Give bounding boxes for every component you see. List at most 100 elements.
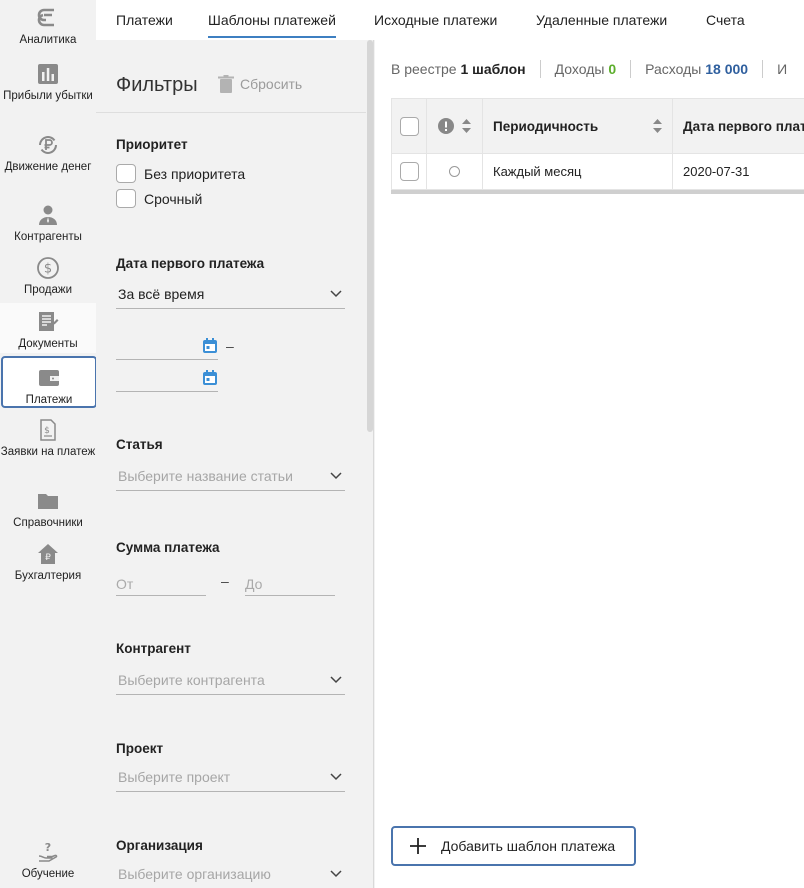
table-row[interactable]: Каждый месяц 2020-07-31 [391, 154, 804, 190]
calendar-icon [203, 370, 217, 385]
sidebar-item-label: Заявки на платеж [0, 446, 96, 458]
checkbox[interactable] [116, 164, 136, 183]
expenses-label: Расходы [645, 61, 702, 77]
column-title: Периодичность [493, 118, 599, 134]
row-select-cell [392, 154, 427, 189]
priority-column-header[interactable] [427, 99, 483, 153]
sidebar-item-label: Справочники [13, 517, 83, 529]
table-header: Периодичность Дата первого плат [391, 98, 804, 154]
periodicity-column-header[interactable]: Периодичность [483, 99, 673, 153]
sidebar: Аналитика Прибыли убытки Движение денег … [0, 0, 97, 888]
plus-icon [410, 838, 426, 854]
sidebar-item-accounting[interactable]: ₽ Бухгалтерия [0, 542, 96, 584]
date-from-field[interactable] [116, 334, 218, 360]
select-placeholder: Выберите контрагента [118, 671, 265, 688]
income-value: 0 [608, 61, 617, 77]
sidebar-item-label: Платежи [25, 394, 73, 406]
project-label: Проект [116, 741, 164, 756]
tab-deleted-payments[interactable]: Удаленные платежи [536, 12, 667, 28]
project-select[interactable]: Выберите проект [116, 762, 345, 792]
first-date-column-header[interactable]: Дата первого плат [673, 99, 804, 153]
expenses-value: 18 000 [705, 61, 749, 77]
amount-label: Сумма платежа [116, 540, 220, 555]
row-priority-cell [427, 154, 483, 189]
organization-select[interactable]: Выберите организацию [116, 859, 345, 888]
registry-count: 1 шаблон [460, 61, 526, 77]
counterparty-select[interactable]: Выберите контрагента [116, 665, 345, 695]
summary-truncated-label: И [777, 61, 788, 77]
tab-payments[interactable]: Платежи [116, 12, 173, 28]
option-label: Без приоритета [144, 165, 246, 182]
priority-none-option[interactable]: Без приоритета [116, 164, 245, 183]
tab-invoices[interactable]: Счета [706, 12, 745, 28]
sidebar-item-documents[interactable]: Документы [0, 303, 96, 353]
sidebar-item-payments[interactable]: Платежи [1, 356, 97, 408]
amount-from-input[interactable]: От [116, 570, 206, 596]
add-template-label: Добавить шаблон платежа [441, 838, 616, 854]
income-label: Доходы [554, 61, 605, 77]
tab-payment-templates[interactable]: Шаблоны платежей [208, 12, 336, 38]
chevron-down-icon [330, 289, 342, 297]
filters-panel: Фильтры Сбросить Приоритет Без приоритет… [96, 0, 374, 888]
sidebar-item-label: Документы [18, 338, 78, 350]
priority-indicator[interactable] [449, 166, 460, 177]
sidebar-item-label: Продажи [23, 284, 73, 296]
sidebar-item-cash-flow[interactable]: Движение денег [0, 133, 96, 189]
column-title: Дата первого плат [683, 118, 804, 134]
table-horizontal-scrollbar[interactable] [391, 190, 804, 194]
tab-source-payments[interactable]: Исходные платежи [374, 12, 497, 28]
sidebar-item-analytics[interactable]: Аналитика [0, 6, 96, 54]
svg-text:?: ? [45, 841, 51, 854]
amount-range-dash: – [221, 573, 229, 589]
calendar-icon [203, 338, 217, 353]
select-all-cell [392, 99, 427, 153]
registry-prefix: В реестре [391, 61, 457, 77]
row-periodicity-cell: Каждый месяц [483, 154, 673, 189]
help-hand-icon: ? [38, 841, 58, 862]
date-to-field[interactable] [116, 366, 218, 392]
amount-to-input[interactable]: До [245, 570, 335, 596]
checkbox[interactable] [116, 189, 136, 208]
filters-title: Фильтры [116, 74, 198, 96]
divider [762, 60, 764, 78]
svg-text:$: $ [44, 426, 50, 436]
filters-scrollbar[interactable] [367, 40, 373, 432]
folder-icon [38, 494, 58, 509]
main-content: В реестре 1 шаблон Доходы 0 Расходы 18 0… [375, 40, 804, 888]
option-label: Срочный [144, 190, 203, 207]
add-template-button[interactable]: Добавить шаблон платежа [391, 826, 636, 866]
periodicity-value: Каждый месяц [493, 164, 582, 179]
sidebar-item-help[interactable]: ? Обучение [0, 840, 96, 882]
registry-summary: В реестре 1 шаблон Доходы 0 Расходы 18 0… [391, 40, 787, 98]
accounting-icon: ₽ [38, 544, 58, 564]
sidebar-item-references[interactable]: Справочники [0, 489, 96, 531]
sidebar-item-label: Обучение [21, 868, 75, 880]
first-date-period-select[interactable]: За всё время [116, 279, 345, 309]
reset-filters-button[interactable]: Сбросить [218, 75, 302, 93]
divider [96, 112, 366, 113]
divider [539, 60, 541, 78]
select-placeholder: Выберите название статьи [118, 467, 293, 484]
row-checkbox[interactable] [399, 162, 419, 181]
analytics-icon [37, 8, 54, 27]
sidebar-item-sales[interactable]: $ Продажи [0, 256, 96, 298]
ruble-cycle-icon [39, 136, 57, 154]
select-placeholder: Выберите проект [118, 768, 231, 785]
article-select[interactable]: Выберите название статьи [116, 461, 345, 491]
chevron-down-icon [330, 471, 342, 479]
sidebar-item-counterparties[interactable]: Контрагенты [0, 203, 96, 243]
article-label: Статья [116, 437, 163, 452]
sidebar-item-payment-requests[interactable]: $ Заявки на платеж [0, 418, 96, 476]
sidebar-item-profit-loss[interactable]: Прибыли убытки [0, 62, 96, 120]
first-date-label: Дата первого платежа [116, 256, 265, 271]
select-placeholder: Выберите организацию [118, 865, 271, 882]
priority-label: Приоритет [116, 137, 188, 152]
sidebar-item-label: Движение денег [4, 161, 92, 173]
person-icon [39, 205, 57, 225]
priority-urgent-option[interactable]: Срочный [116, 189, 202, 208]
svg-text:₽: ₽ [45, 553, 51, 563]
row-first-date-cell: 2020-07-31 [673, 154, 804, 189]
sort-icon [462, 119, 471, 133]
select-all-checkbox[interactable] [399, 116, 419, 136]
organization-label: Организация [116, 838, 203, 853]
